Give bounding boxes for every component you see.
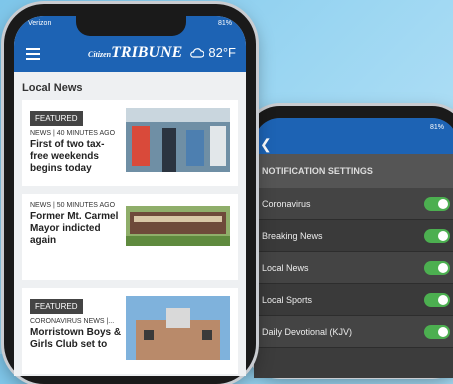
featured-badge: FEATURED (30, 111, 83, 126)
setting-row-local-sports: Local Sports (254, 284, 453, 316)
app-logo: CitizenTRIBUNE (88, 44, 182, 62)
toggle-switch[interactable] (424, 324, 450, 339)
status-bar: 81% (254, 118, 453, 134)
setting-label: Coronavirus (262, 198, 311, 209)
article-title: First of two tax-free weekends begins to… (30, 139, 105, 174)
article-thumbnail (126, 206, 230, 246)
toggle-switch[interactable] (424, 260, 450, 275)
toggle-switch[interactable] (424, 196, 450, 211)
setting-row-local-news: Local News (254, 252, 453, 284)
news-screen: Verizon 81% CitizenTRIBUNE 82°F Local Ne… (14, 16, 246, 376)
article-thumbnail (126, 108, 230, 172)
article-card[interactable]: NEWS | 50 MINUTES AGO Former Mt. Carmel … (22, 194, 238, 280)
weather-widget[interactable]: 82°F (190, 45, 236, 60)
article-title: Morristown Boys & Girls Club set to (30, 327, 122, 350)
setting-label: Local Sports (262, 294, 313, 305)
setting-row-coronavirus: Coronavirus (254, 188, 453, 220)
settings-title: NOTIFICATION SETTINGS (254, 154, 453, 188)
phone-news: Verizon 81% CitizenTRIBUNE 82°F Local Ne… (4, 4, 256, 384)
article-thumbnail (126, 296, 230, 360)
phone-settings: 81% ❮ NOTIFICATION SETTINGS Coronavirus … (246, 106, 453, 378)
featured-badge: FEATURED (30, 299, 83, 314)
cloud-icon (190, 47, 205, 58)
article-card[interactable]: FEATURED NEWS | 40 MINUTES AGO First of … (22, 100, 238, 186)
back-arrow-icon[interactable]: ❮ (260, 136, 272, 153)
notch (76, 16, 186, 36)
setting-row-breaking-news: Breaking News (254, 220, 453, 252)
settings-header: 81% ❮ (254, 118, 453, 154)
setting-label: Breaking News (262, 230, 323, 241)
settings-screen: 81% ❮ NOTIFICATION SETTINGS Coronavirus … (254, 118, 453, 378)
settings-list: Coronavirus Breaking News Local News Loc… (254, 188, 453, 348)
menu-icon[interactable] (26, 48, 40, 63)
section-title: Local News (22, 82, 83, 94)
article-card[interactable]: FEATURED CORONAVIRUS NEWS |... Morristow… (22, 288, 238, 374)
toggle-switch[interactable] (424, 228, 450, 243)
logo-small: Citizen (88, 50, 112, 59)
temperature: 82°F (208, 45, 236, 60)
setting-label: Daily Devotional (KJV) (262, 326, 353, 337)
article-title: Former Mt. Carmel Mayor indicted again (30, 211, 119, 246)
setting-row-daily-devotional: Daily Devotional (KJV) (254, 316, 453, 348)
toggle-switch[interactable] (424, 292, 450, 307)
carrier-label: Verizon (28, 19, 52, 27)
logo-main: TRIBUNE (111, 44, 183, 61)
battery-label: 81% (217, 19, 232, 27)
setting-label: Local News (262, 262, 309, 273)
battery-label: 81% (429, 123, 444, 131)
